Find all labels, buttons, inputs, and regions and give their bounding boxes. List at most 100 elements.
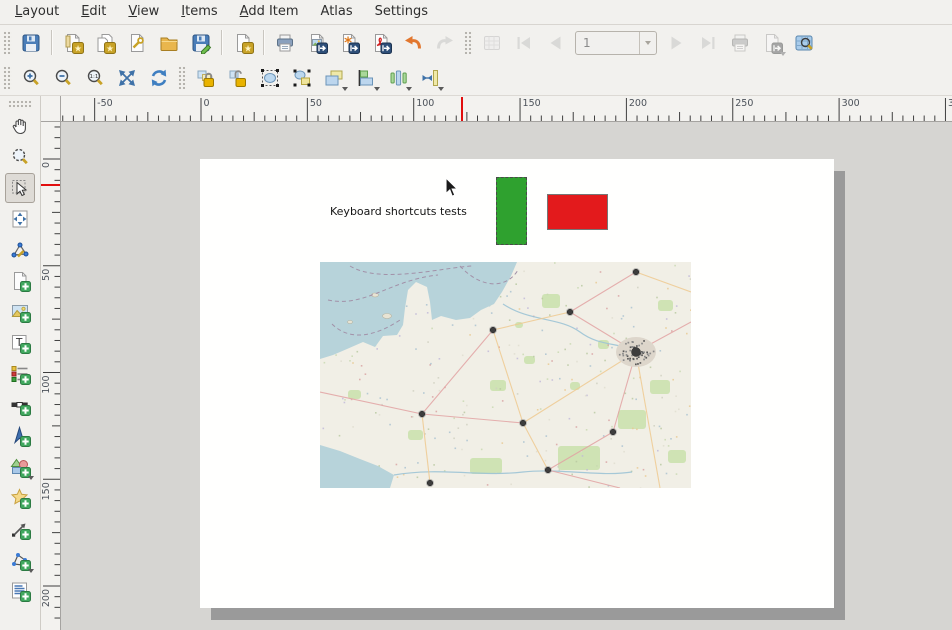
redo-button[interactable] (430, 28, 460, 58)
resize-icon (419, 67, 441, 89)
spinbox-dropdown-arrow-icon[interactable] (639, 32, 656, 54)
preview-atlas-button[interactable] (477, 28, 507, 58)
save-template-icon (190, 32, 212, 54)
atlas-previous-feature-button[interactable] (541, 28, 571, 58)
layout-manager-button[interactable] (122, 28, 152, 58)
toolbar-grip[interactable] (178, 66, 187, 89)
load-from-template-button[interactable] (154, 28, 184, 58)
add-legend-item-button[interactable] (5, 359, 35, 389)
add-picture-item-button[interactable] (5, 297, 35, 327)
zoom-out-button[interactable] (48, 63, 78, 93)
align-selected-items-button[interactable] (351, 63, 381, 93)
dropdown-arrow-icon[interactable] (438, 87, 444, 91)
undo-button[interactable] (398, 28, 428, 58)
atlas-first-feature-button[interactable] (509, 28, 539, 58)
print-atlas-button[interactable] (725, 28, 755, 58)
layout-page[interactable]: Keyboard shortcuts tests (200, 159, 834, 608)
duplicate-layout-button[interactable]: ★ (90, 28, 120, 58)
atlas-page-spinbox[interactable]: 1 (575, 31, 657, 55)
save-as-template-button[interactable] (186, 28, 216, 58)
map-item[interactable] (320, 262, 691, 488)
zoom-out-icon (52, 67, 74, 89)
resize-selected-items-button[interactable] (415, 63, 445, 93)
select-move-item-button[interactable] (5, 173, 35, 203)
dropdown-arrow-icon[interactable] (374, 87, 380, 91)
ruler-border (60, 95, 61, 630)
add-arrow-item-button[interactable] (5, 514, 35, 544)
save-icon (20, 32, 42, 54)
svg-text:200: 200 (41, 589, 52, 607)
group-items-button[interactable] (255, 63, 285, 93)
svg-text:★: ★ (244, 44, 252, 54)
menu-add-item[interactable]: Add Item (229, 1, 310, 23)
add-table-item-button[interactable] (5, 576, 35, 606)
export-atlas-button[interactable] (757, 28, 787, 58)
add-pages-button[interactable]: ★ (228, 28, 258, 58)
svg-text:250: 250 (735, 98, 753, 109)
move-item-content-button[interactable] (5, 204, 35, 234)
align-icon (355, 67, 377, 89)
dropdown-arrow-icon[interactable] (406, 87, 412, 91)
atlas-last-feature-button[interactable] (693, 28, 723, 58)
green-rectangle-item[interactable] (496, 177, 527, 245)
toolbar-grip[interactable] (3, 66, 12, 89)
qgis-print-layout-window: LayoutEditViewItemsAdd ItemAtlasSettings… (0, 0, 952, 630)
menu-items[interactable]: Items (170, 1, 228, 23)
new-layout-button[interactable]: ★ (58, 28, 88, 58)
lock-selected-items-button[interactable] (191, 63, 221, 93)
dropdown-arrow-icon[interactable] (28, 476, 34, 480)
red-rectangle-item[interactable] (547, 194, 608, 230)
menu-view[interactable]: View (117, 1, 170, 23)
atlas-preview-icon (481, 32, 503, 54)
dropdown-arrow-icon[interactable] (342, 87, 348, 91)
pan-layout-button[interactable] (5, 111, 35, 141)
menu-layout[interactable]: Layout (4, 1, 70, 23)
save-project-button[interactable] (16, 28, 46, 58)
svg-text:150: 150 (41, 482, 52, 500)
ungroup-items-button[interactable] (287, 63, 317, 93)
menu-atlas[interactable]: Atlas (310, 1, 364, 23)
svg-text:200: 200 (629, 98, 647, 109)
label-item[interactable]: Keyboard shortcuts tests (330, 204, 480, 220)
dropdown-arrow-icon[interactable] (28, 569, 34, 573)
group-icon (259, 67, 281, 89)
print-button[interactable] (270, 28, 300, 58)
add-marker-icon (9, 487, 31, 509)
add-node-item-button[interactable] (5, 545, 35, 575)
unlock-all-items-button[interactable] (223, 63, 253, 93)
zoom-tool-button[interactable] (5, 142, 35, 172)
raise-selected-items-button[interactable] (319, 63, 349, 93)
refresh-view-button[interactable] (144, 63, 174, 93)
move-content-icon (9, 208, 31, 230)
export-as-image-button[interactable] (302, 28, 332, 58)
toolbar-grip[interactable] (464, 31, 473, 54)
toolbar-grip[interactable] (3, 31, 12, 54)
edit-nodes-item-button[interactable] (5, 235, 35, 265)
add-marker-item-button[interactable] (5, 483, 35, 513)
add-scalebar-item-button[interactable] (5, 390, 35, 420)
atlas-settings-button[interactable] (789, 28, 819, 58)
zoom-full-button[interactable] (112, 63, 142, 93)
dropdown-arrow-icon[interactable] (780, 52, 786, 56)
zoom-region-icon (9, 146, 31, 168)
zoom-actual-button[interactable]: 1:1 (80, 63, 110, 93)
add-page-item-button[interactable] (5, 266, 35, 296)
atlas-next-icon (665, 32, 687, 54)
export-as-svg-button[interactable]: * (334, 28, 364, 58)
svg-text:★: ★ (106, 44, 114, 54)
new-layout-icon: ★ (62, 32, 84, 54)
export-as-pdf-button[interactable] (366, 28, 396, 58)
add-north-arrow-item-button[interactable] (5, 421, 35, 451)
atlas-next-feature-button[interactable] (661, 28, 691, 58)
svg-text:1:1: 1:1 (89, 74, 98, 80)
add-shape-item-button[interactable] (5, 452, 35, 482)
zoom-in-button[interactable] (16, 63, 46, 93)
toolbar-grip[interactable] (8, 100, 32, 109)
add-arrow-icon (9, 518, 31, 540)
add-label-item-button[interactable]: T (5, 328, 35, 358)
print-icon (729, 32, 751, 54)
menu-edit[interactable]: Edit (70, 1, 117, 23)
menu-settings[interactable]: Settings (364, 1, 439, 23)
svg-text:350: 350 (948, 98, 952, 109)
distribute-selected-items-button[interactable] (383, 63, 413, 93)
